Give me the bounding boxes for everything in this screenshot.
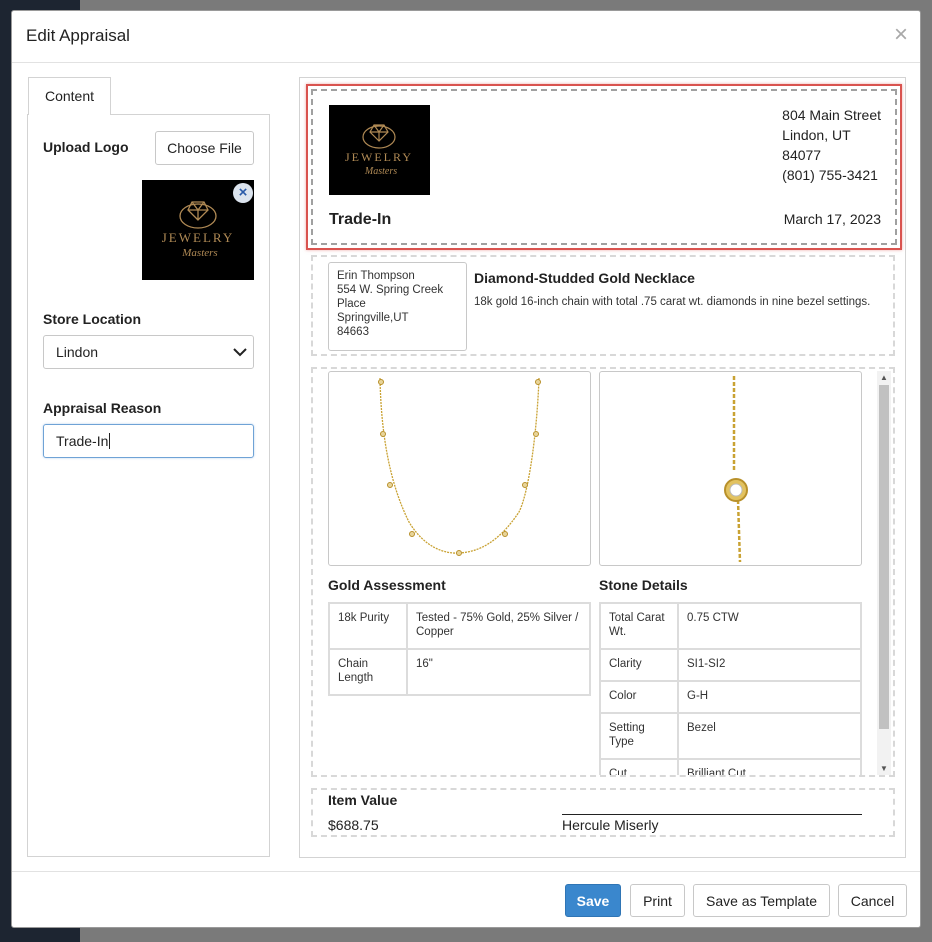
- modal-title: Edit Appraisal: [26, 26, 130, 45]
- customer-item-section[interactable]: Erin Thompson 554 W. Spring Creek Place …: [311, 255, 895, 356]
- logo-masters-text: Masters: [181, 247, 217, 259]
- header-section-selected[interactable]: JEWELRY Masters 804 Main Street Lindon, …: [306, 84, 902, 250]
- table-row: Total Carat Wt. 0.75 CTW: [599, 602, 862, 650]
- table-row: Chain Length 16": [328, 648, 591, 696]
- item-value: $688.75: [328, 817, 379, 833]
- signature-line: [562, 814, 862, 815]
- scrollbar-thumb[interactable]: [879, 385, 889, 729]
- save-button[interactable]: Save: [565, 884, 621, 917]
- store-location-select[interactable]: Lindon: [43, 335, 254, 369]
- item-value-label: Item Value: [328, 792, 398, 808]
- logo-jewelry-text: JEWELRY: [162, 230, 235, 245]
- appraisal-reason-value: Trade-In: [56, 433, 109, 449]
- upload-logo-label: Upload Logo: [43, 139, 129, 155]
- table-cell-label: Color: [599, 680, 679, 714]
- edit-appraisal-modal: Edit Appraisal × Content Upload Logo Cho…: [11, 10, 921, 928]
- appraisal-date: March 17, 2023: [783, 211, 881, 227]
- close-icon[interactable]: ×: [894, 22, 908, 48]
- table-cell-label: Clarity: [599, 648, 679, 682]
- table-cell-label: 18k Purity: [328, 602, 408, 650]
- cancel-button[interactable]: Cancel: [838, 884, 907, 917]
- item-title: Diamond-Studded Gold Necklace: [474, 270, 695, 286]
- logo-jewelry-text: JEWELRY: [345, 150, 413, 164]
- address-line: 804 Main Street: [782, 107, 881, 123]
- store-location-label: Store Location: [43, 311, 142, 327]
- table-row: Setting Type Bezel: [599, 712, 862, 760]
- customer-line: Place: [337, 298, 366, 310]
- scroll-down-icon[interactable]: ▼: [880, 764, 888, 773]
- item-value-section[interactable]: Item Value $688.75 Hercule Miserly: [311, 788, 895, 837]
- appraisal-preview: JEWELRY Masters 804 Main Street Lindon, …: [299, 77, 906, 858]
- stone-details-title: Stone Details: [599, 577, 688, 593]
- store-logo: JEWELRY Masters: [329, 105, 430, 195]
- table-cell-value: G-H: [677, 680, 862, 714]
- table-cell-value: 16": [406, 648, 591, 696]
- table-cell-value: Tested - 75% Gold, 25% Silver / Copper: [406, 602, 591, 650]
- signature-name: Hercule Miserly: [562, 817, 659, 833]
- table-cell-value: 0.75 CTW: [677, 602, 862, 650]
- content-panel: Upload Logo Choose File JEWELRY Masters …: [27, 114, 270, 857]
- appraisal-reason-heading: Trade-In: [329, 211, 392, 228]
- address-line: Lindon, UT: [782, 127, 851, 143]
- table-row: Cut Brilliant Cut: [599, 758, 862, 775]
- table-row: Clarity SI1-SI2: [599, 648, 862, 682]
- print-button[interactable]: Print: [630, 884, 685, 917]
- table-row: 18k Purity Tested - 75% Gold, 25% Silver…: [328, 602, 591, 650]
- table-cell-label: Cut: [599, 758, 679, 775]
- appraisal-reason-label: Appraisal Reason: [43, 400, 162, 416]
- tab-content[interactable]: Content: [28, 77, 111, 115]
- table-cell-label: Chain Length: [328, 648, 408, 696]
- address-phone: (801) 755-3421: [782, 167, 878, 183]
- logo-masters-text: Masters: [364, 166, 397, 177]
- necklace-closeup-image: [599, 371, 862, 566]
- stone-details-table: Total Carat Wt. 0.75 CTW Clarity SI1-SI2…: [599, 602, 862, 775]
- gold-assessment-table: 18k Purity Tested - 75% Gold, 25% Silver…: [328, 602, 591, 696]
- scroll-up-icon[interactable]: ▲: [880, 373, 888, 382]
- customer-line: Erin Thompson: [337, 270, 415, 282]
- choose-file-button[interactable]: Choose File: [155, 131, 254, 165]
- save-as-template-button[interactable]: Save as Template: [693, 884, 830, 917]
- customer-line: 554 W. Spring Creek: [337, 284, 444, 296]
- modal-footer: Save Print Save as Template Cancel: [12, 871, 920, 927]
- necklace-full-image: [328, 371, 591, 566]
- remove-logo-icon[interactable]: ×: [233, 183, 253, 203]
- details-section[interactable]: Gold Assessment 18k Purity Tested - 75% …: [311, 367, 895, 777]
- table-cell-label: Total Carat Wt.: [599, 602, 679, 650]
- item-description: 18k gold 16-inch chain with total .75 ca…: [474, 296, 871, 308]
- details-scrollbar[interactable]: ▲ ▼: [877, 371, 891, 775]
- address-line: 84077: [782, 147, 822, 163]
- table-cell-label: Setting Type: [599, 712, 679, 760]
- table-row: Color G-H: [599, 680, 862, 714]
- chevron-down-icon: [233, 348, 247, 357]
- table-cell-value: SI1-SI2: [677, 648, 862, 682]
- gold-assessment-title: Gold Assessment: [328, 577, 446, 593]
- store-address: 804 Main Street Lindon, UT 84077 (801) 7…: [782, 105, 881, 185]
- appraisal-reason-input[interactable]: Trade-In: [43, 424, 254, 458]
- table-cell-value: Bezel: [677, 712, 862, 760]
- customer-address: Erin Thompson 554 W. Spring Creek Place …: [328, 262, 467, 351]
- table-cell-value: Brilliant Cut: [677, 758, 862, 775]
- customer-line: Springville,UT: [337, 312, 409, 324]
- store-location-value: Lindon: [56, 344, 99, 360]
- customer-line: 84663: [337, 326, 369, 338]
- header-section: JEWELRY Masters 804 Main Street Lindon, …: [311, 89, 897, 245]
- modal-header: Edit Appraisal ×: [12, 11, 920, 63]
